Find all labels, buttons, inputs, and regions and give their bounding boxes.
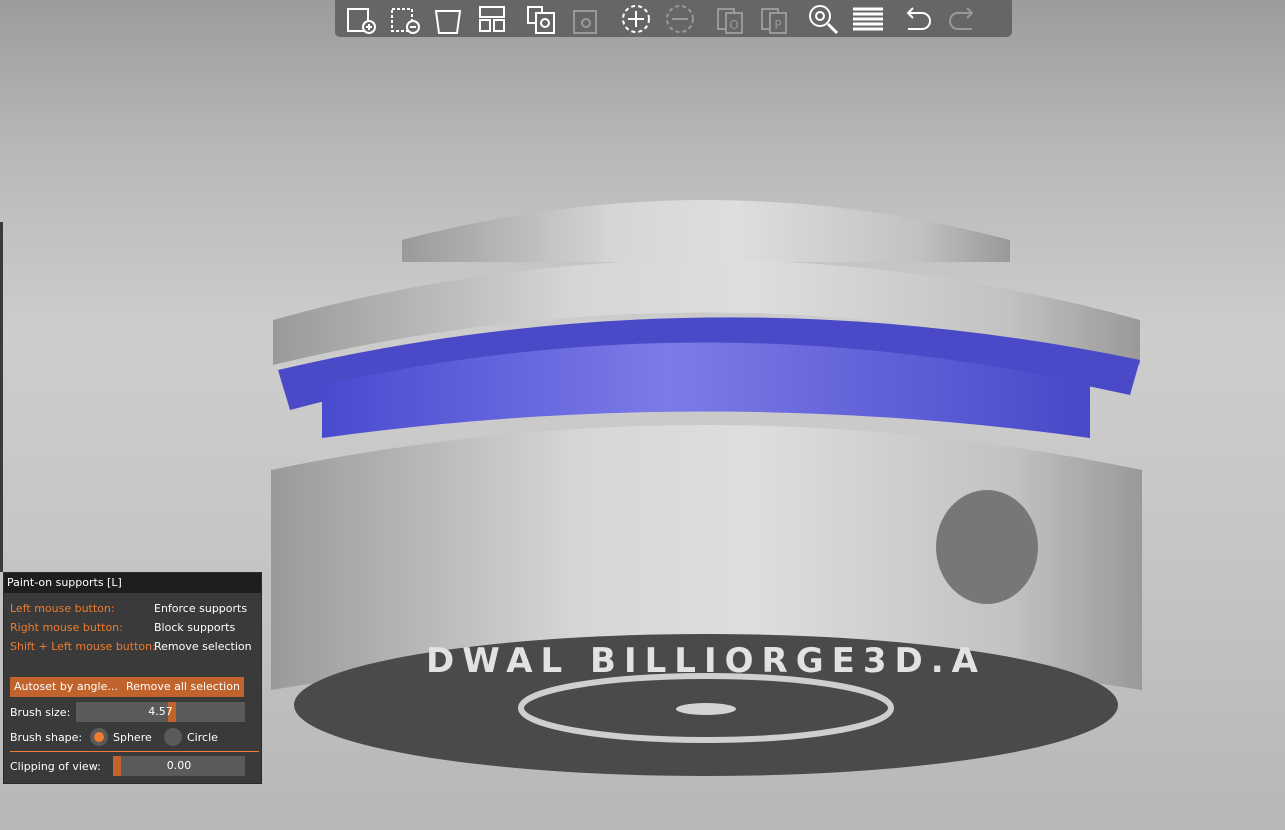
- svg-text:O: O: [729, 18, 738, 32]
- toolbar-add-instance-button[interactable]: [617, 2, 655, 36]
- model-top-cap: [402, 200, 1010, 262]
- shape-circle-radio[interactable]: [164, 728, 182, 746]
- toolbar-split-objects-button: O: [711, 2, 749, 36]
- search-icon: [809, 4, 839, 34]
- hint-key-shift: Shift + Left mouse button:: [10, 640, 156, 653]
- layers-icon: [853, 7, 883, 30]
- clipping-value: 0.00: [166, 759, 192, 772]
- delete-object-icon: [391, 7, 420, 34]
- clipping-slider[interactable]: 0.00: [113, 756, 245, 776]
- brush-shape-label: Brush shape:: [10, 731, 83, 744]
- clipping-label: Clipping of view:: [10, 760, 101, 773]
- toolbar-remove-instance-button: [661, 2, 699, 36]
- undo-icon: [906, 6, 931, 30]
- shape-sphere-label: Sphere: [113, 731, 152, 744]
- model-embossed-text: DWAL BILLIORGE3D.A: [426, 641, 986, 681]
- hint-action-right: Block supports: [154, 621, 236, 634]
- shape-circle-label: Circle: [187, 731, 218, 744]
- brush-size-value: 4.57: [148, 705, 173, 718]
- toolbar-undo-button[interactable]: [899, 2, 937, 36]
- toolbar-delete-button[interactable]: [385, 2, 423, 36]
- toolbar-layers-editing-button[interactable]: [849, 2, 887, 36]
- add-object-icon: [347, 7, 376, 34]
- autoset-by-angle-button[interactable]: Autoset by angle...: [10, 677, 122, 697]
- add-instance-icon: [622, 4, 650, 33]
- arrange-icon: [479, 5, 505, 32]
- left-edge-bar: [0, 222, 3, 572]
- toolbar-arrange-button[interactable]: [473, 2, 511, 36]
- model-center-hole: [676, 703, 736, 715]
- hint-key-left: Left mouse button:: [10, 602, 115, 615]
- shape-sphere-radio[interactable]: [90, 728, 108, 746]
- toolbar-copy-button[interactable]: [523, 2, 561, 36]
- panel-title: Paint-on supports [L]: [4, 573, 261, 593]
- toolbar-paste-button: [567, 2, 605, 36]
- split-parts-icon: P: [761, 7, 787, 34]
- hint-action-left: Enforce supports: [154, 602, 248, 615]
- brush-size-slider[interactable]: 4.57: [76, 702, 245, 722]
- hint-key-right: Right mouse button:: [10, 621, 123, 634]
- toolbar-add-button[interactable]: [341, 2, 379, 36]
- toolbar-split-parts-button: P: [755, 2, 793, 36]
- remove-instance-icon: [666, 4, 694, 33]
- panel-divider: [10, 751, 259, 752]
- brush-size-label: Brush size:: [10, 706, 71, 719]
- model-side-hole: [936, 490, 1038, 604]
- hint-action-shift: Remove selection: [154, 640, 252, 653]
- toolbar-redo-button: [943, 2, 981, 36]
- toolbar-delete-all-button[interactable]: [429, 2, 467, 36]
- copy-icon: [527, 5, 555, 34]
- redo-icon: [949, 6, 974, 30]
- top-toolbar: OP: [335, 0, 1012, 37]
- remove-all-selection-button[interactable]: Remove all selection: [122, 677, 244, 697]
- split-objects-icon: O: [717, 7, 743, 34]
- toolbar-search-button[interactable]: [805, 2, 843, 36]
- svg-text:P: P: [774, 18, 781, 32]
- paste-icon: [573, 9, 597, 34]
- paint-supports-panel: Paint-on supports [L] Left mouse button:…: [3, 572, 262, 784]
- delete-all-icon: [434, 9, 462, 34]
